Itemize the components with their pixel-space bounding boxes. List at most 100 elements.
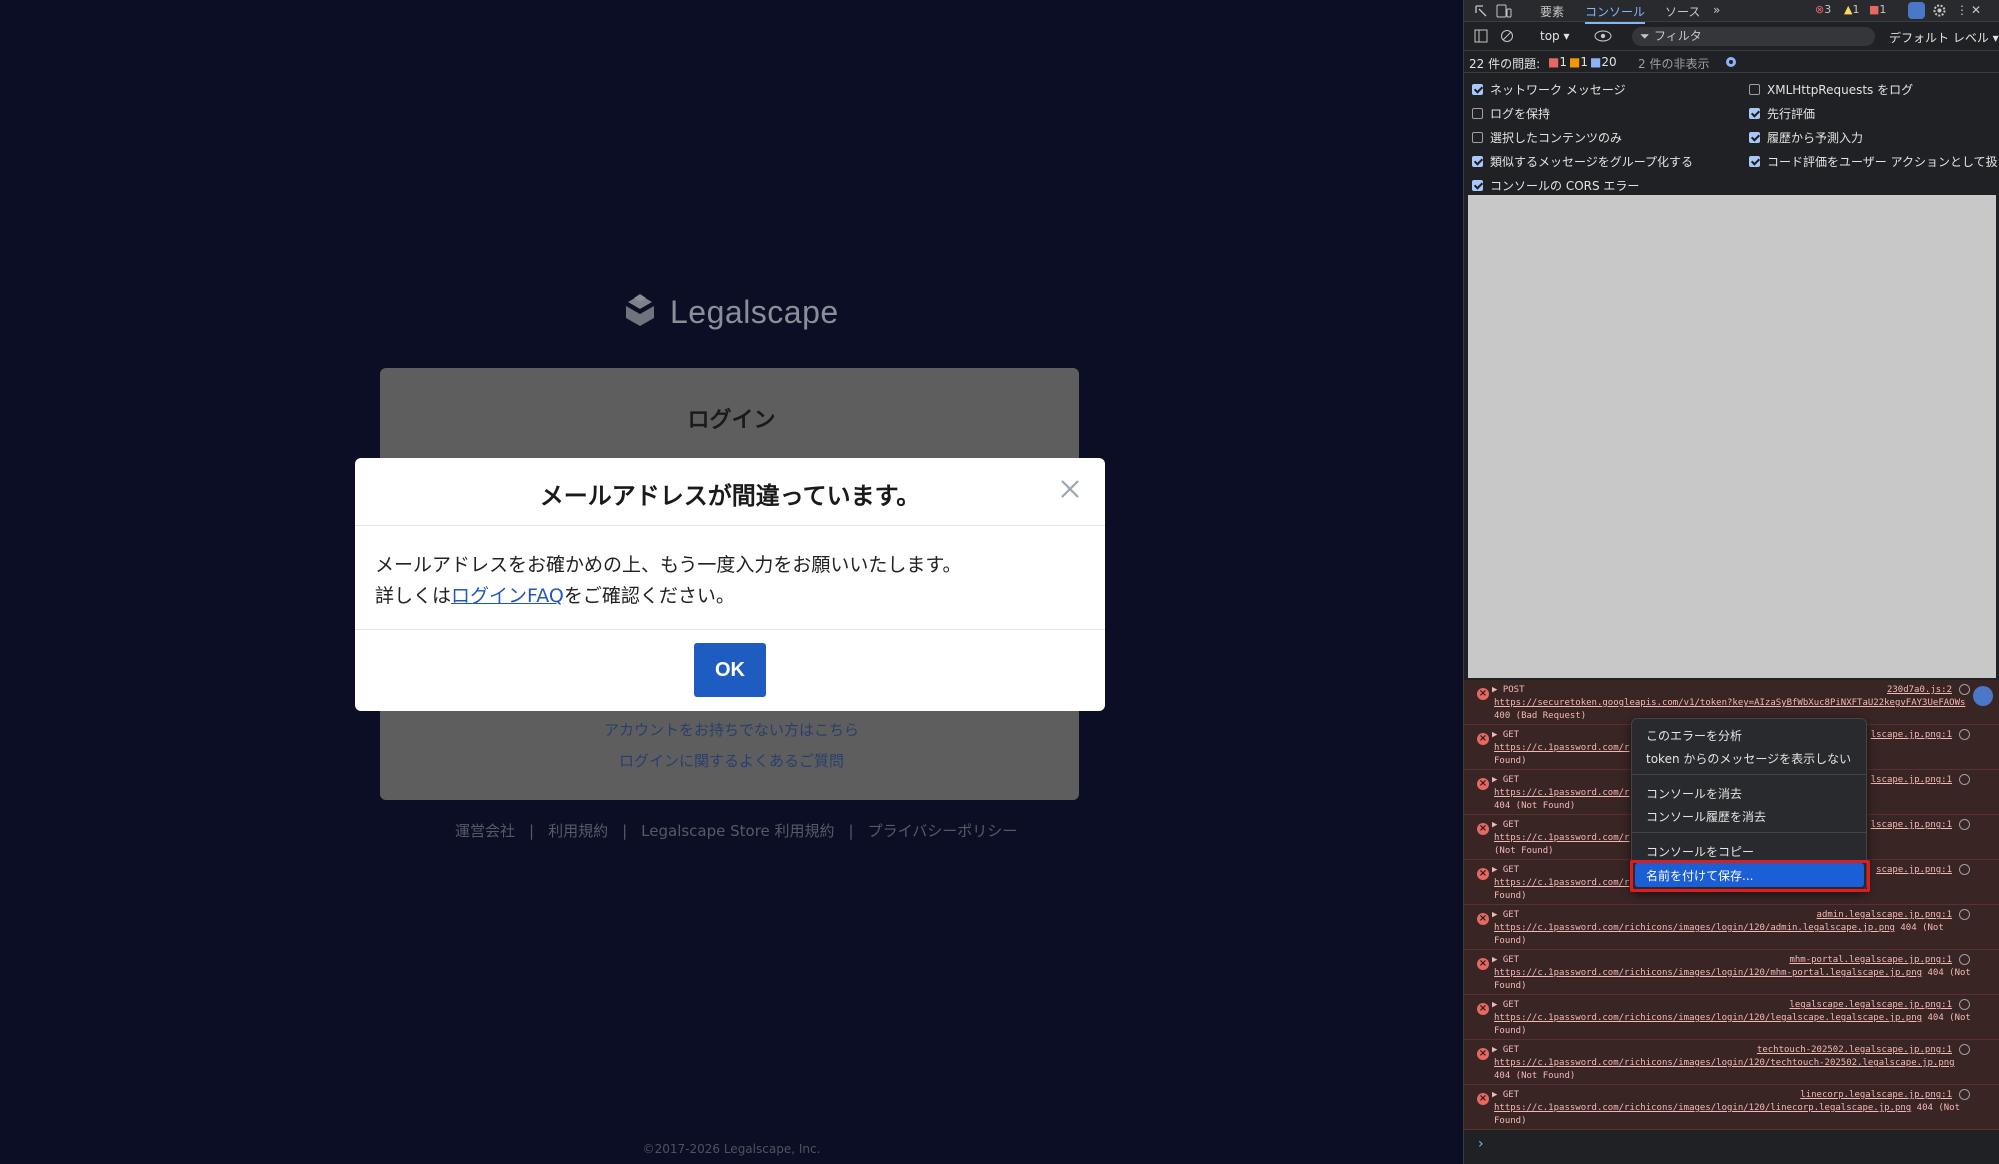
replay-icon[interactable]: [1959, 1044, 1970, 1055]
request-url[interactable]: https://c.1password.com/r: [1494, 878, 1629, 888]
checkbox[interactable]: [1749, 132, 1760, 143]
request-url[interactable]: https://c.1password.com/richicons/images…: [1494, 1058, 1955, 1068]
request-method[interactable]: ▶ GET: [1492, 820, 1519, 830]
tab-console[interactable]: コンソール: [1585, 3, 1646, 24]
replay-icon[interactable]: [1959, 729, 1970, 740]
source-link[interactable]: linecorp.legalscape.jp.png:1: [1800, 1090, 1952, 1100]
checkbox[interactable]: [1749, 108, 1760, 119]
no-account-link[interactable]: アカウントをお持ちでない方はこちら: [0, 719, 1463, 740]
source-link[interactable]: legalscape.legalscape.jp.png:1: [1789, 1000, 1952, 1010]
more-options-icon[interactable]: ⋮: [1956, 3, 1968, 17]
footer-link-privacy[interactable]: プライバシーポリシー: [868, 820, 1018, 841]
footer-link-terms[interactable]: 利用規約: [548, 820, 608, 841]
request-method[interactable]: ▶ GET: [1492, 865, 1519, 875]
clear-console-icon[interactable]: [1500, 29, 1514, 43]
checkbox[interactable]: [1472, 180, 1483, 191]
replay-icon[interactable]: [1959, 909, 1970, 920]
warning-count-badge[interactable]: ▲1: [1844, 3, 1859, 16]
console-error-entry[interactable]: × ▶ GET mhm-portal.legalscape.jp.png:1 http…: [1464, 950, 1999, 995]
setting-selected-context[interactable]: 選択したコンテンツのみ: [1472, 129, 1622, 146]
checkbox[interactable]: [1749, 84, 1760, 95]
menu-copy-console[interactable]: コンソールをコピー: [1646, 843, 1754, 860]
request-method[interactable]: ▶ GET: [1492, 1045, 1519, 1055]
source-link[interactable]: mhm-portal.legalscape.jp.png:1: [1789, 955, 1952, 965]
setting-group-similar[interactable]: 類似するメッセージをグループ化する: [1472, 153, 1693, 170]
console-error-entry[interactable]: × ▶ GET legalscape.legalscape.jp.png:1 http…: [1464, 995, 1999, 1040]
source-link[interactable]: lscape.jp.png:1: [1871, 730, 1952, 740]
setting-preserve-log[interactable]: ログを保持: [1472, 105, 1550, 122]
request-method[interactable]: ▶ GET: [1492, 730, 1519, 740]
tab-elements[interactable]: 要素: [1540, 3, 1564, 20]
replay-icon[interactable]: [1959, 999, 1970, 1010]
modal-faq-link[interactable]: ログインFAQ: [451, 585, 564, 607]
request-method[interactable]: ▶ GET: [1492, 775, 1519, 785]
menu-clear-console[interactable]: コンソールを消去: [1646, 785, 1742, 802]
replay-icon[interactable]: [1959, 774, 1970, 785]
issues-bar[interactable]: 22 件の問題: ■1 ■1 ■20 2 件の非表示: [1464, 51, 1999, 73]
setting-network-messages[interactable]: ネットワーク メッセージ: [1472, 81, 1626, 98]
setting-log-xhr[interactable]: XMLHttpRequests をログ: [1749, 81, 1913, 98]
setting-eager-eval[interactable]: 先行評価: [1749, 105, 1815, 122]
error-count-badge[interactable]: ⊗3: [1815, 3, 1831, 16]
menu-clear-history[interactable]: コンソール履歴を消去: [1646, 808, 1766, 825]
source-link[interactable]: 230d7a0.js:2: [1887, 685, 1952, 695]
replay-icon[interactable]: [1959, 819, 1970, 830]
log-level-select[interactable]: デフォルト レベル ▾: [1889, 29, 1999, 46]
sidebar-toggle-icon[interactable]: [1474, 29, 1488, 43]
setting-cors-errors[interactable]: コンソールの CORS エラー: [1472, 177, 1639, 194]
request-method[interactable]: ▶ GET: [1492, 910, 1519, 920]
replay-icon[interactable]: [1959, 864, 1970, 875]
footer-link-store-terms[interactable]: Legalscape Store 利用規約: [641, 820, 834, 841]
console-error-entry[interactable]: × ▶ GET techtouch-202502.legalscape.jp.png…: [1464, 1040, 1999, 1085]
replay-icon[interactable]: [1959, 684, 1970, 695]
settings-gear-icon[interactable]: [1932, 3, 1947, 18]
device-toggle-icon[interactable]: [1496, 4, 1512, 18]
request-url[interactable]: https://c.1password.com/r: [1494, 788, 1629, 798]
filter-input[interactable]: ⏷ フィルタ: [1632, 27, 1875, 46]
request-method[interactable]: ▶ GET: [1492, 955, 1519, 965]
request-url[interactable]: https://c.1password.com/richicons/images…: [1494, 923, 1895, 933]
inspect-icon[interactable]: [1474, 4, 1488, 18]
info-count-badge[interactable]: ■1: [1869, 3, 1886, 16]
request-method[interactable]: ▶ GET: [1492, 1000, 1519, 1010]
footer-link-company[interactable]: 運営会社: [455, 820, 515, 841]
request-method[interactable]: ▶ POST: [1492, 685, 1525, 695]
source-link[interactable]: techtouch-202502.legalscape.jp.png:1: [1757, 1045, 1952, 1055]
checkbox[interactable]: [1472, 156, 1483, 167]
checkbox[interactable]: [1472, 84, 1483, 95]
checkbox[interactable]: [1749, 156, 1760, 167]
checkbox[interactable]: [1472, 108, 1483, 119]
setting-autocomplete-history[interactable]: 履歴から予測入力: [1749, 129, 1863, 146]
request-url[interactable]: https://c.1password.com/r: [1494, 833, 1629, 843]
request-url[interactable]: https://c.1password.com/r: [1494, 743, 1629, 753]
source-link[interactable]: lscape.jp.png:1: [1871, 775, 1952, 785]
close-icon[interactable]: [1055, 474, 1085, 504]
more-tabs-icon[interactable]: »: [1713, 3, 1720, 17]
request-url[interactable]: https://c.1password.com/richicons/images…: [1494, 968, 1922, 978]
live-expression-eye-icon[interactable]: [1594, 30, 1612, 42]
console-error-entry[interactable]: × ▶ GET linecorp.legalscape.jp.png:1 https:…: [1464, 1085, 1999, 1130]
replay-icon[interactable]: [1959, 954, 1970, 965]
context-selector[interactable]: top ▾: [1540, 29, 1570, 43]
setting-user-gesture[interactable]: コード評価をユーザー アクションとして扱う: [1749, 153, 1999, 170]
ai-assistance-icon[interactable]: [1908, 2, 1925, 19]
replay-icon[interactable]: [1959, 1089, 1970, 1100]
source-link[interactable]: scape.jp.png:1: [1876, 865, 1952, 875]
request-url[interactable]: https://c.1password.com/richicons/images…: [1494, 1013, 1922, 1023]
close-devtools-icon[interactable]: ✕: [1971, 3, 1981, 17]
source-link[interactable]: admin.legalscape.jp.png:1: [1817, 910, 1952, 920]
tab-sources[interactable]: ソース: [1665, 3, 1700, 20]
console-error-entry[interactable]: × ▶ GET admin.legalscape.jp.png:1 https://c…: [1464, 905, 1999, 950]
menu-hide-token-messages[interactable]: token からのメッセージを表示しない: [1646, 750, 1851, 767]
console-prompt[interactable]: ›: [1478, 1136, 1484, 1152]
ai-assist-bubble-icon[interactable]: [1973, 686, 1993, 706]
request-url[interactable]: https://securetoken.googleapis.com/v1/to…: [1494, 698, 1965, 708]
checkbox[interactable]: [1472, 132, 1483, 143]
request-url[interactable]: https://c.1password.com/richicons/images…: [1494, 1103, 1911, 1113]
console-settings-icon[interactable]: [1724, 55, 1738, 69]
login-faq-link[interactable]: ログインに関するよくあるご質問: [0, 750, 1463, 771]
request-method[interactable]: ▶ GET: [1492, 1090, 1519, 1100]
ok-button[interactable]: OK: [694, 643, 766, 697]
source-link[interactable]: lscape.jp.png:1: [1871, 820, 1952, 830]
menu-analyze-error[interactable]: このエラーを分析: [1646, 727, 1742, 744]
